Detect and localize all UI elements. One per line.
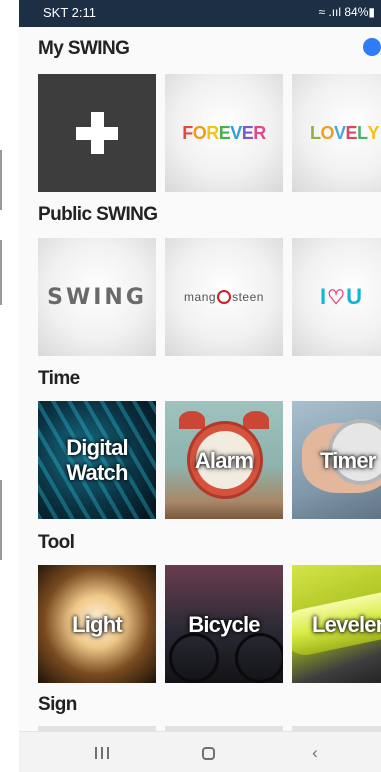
bicycle-label: Bicycle [188, 611, 260, 637]
navigation-bar: ‹ [19, 731, 381, 772]
carrier-time: SKT 2:11 [43, 5, 96, 20]
digital-watch-line2: Watch [66, 460, 128, 485]
back-icon: ‹ [312, 743, 318, 762]
word-letter: V [230, 122, 242, 143]
home-button[interactable] [188, 740, 228, 766]
home-icon [201, 747, 215, 761]
add-swing-button[interactable] [38, 74, 156, 192]
time-row: Digital Watch Alarm Timer [19, 401, 381, 519]
section-title-time: Time [38, 368, 80, 389]
mango-right-text: steen [232, 289, 264, 304]
alarm-label: Alarm [194, 447, 254, 473]
digital-watch-line1: Digital [66, 435, 128, 460]
tool-tile-leveler[interactable]: Leveler [292, 565, 381, 683]
word-letter: R [206, 122, 219, 143]
time-tile-timer[interactable]: Timer [292, 401, 381, 519]
bicycle-wheel [169, 633, 219, 683]
word-letter: O [192, 122, 207, 143]
swing-tile-lovely[interactable]: LOVELY [292, 74, 381, 192]
section-title-tool: Tool [38, 532, 75, 553]
edge-mark [0, 480, 2, 560]
mango-left-text: mang [184, 289, 217, 304]
mango-ring-icon [217, 290, 232, 305]
swing-tile-swing[interactable]: SWING [38, 238, 156, 356]
word-letter: V [334, 122, 346, 143]
bicycle-wheel [235, 633, 283, 683]
word-letter: L [310, 122, 321, 143]
word-letter: O [320, 122, 335, 143]
section-title-my-swing: My SWING [38, 38, 130, 59]
word-letter: E [218, 122, 231, 143]
status-indicators: ≈ .ııl 84%▮ [318, 5, 375, 19]
recent-apps-button[interactable] [82, 740, 122, 766]
i-love-u-label: I♡U [320, 284, 363, 310]
toggle-dot[interactable] [363, 38, 381, 56]
timer-label: Timer [320, 447, 376, 473]
alarm-bell-icon [243, 411, 269, 429]
recent-apps-icon [93, 741, 111, 767]
time-tile-alarm[interactable]: Alarm [165, 401, 283, 519]
left-edge-frame [0, 0, 19, 772]
section-title-sign: Sign [38, 694, 77, 715]
tool-tile-bicycle[interactable]: Bicycle [165, 565, 283, 683]
forever-label: FOREVER [182, 123, 266, 144]
time-tile-digital-watch[interactable]: Digital Watch [38, 401, 156, 519]
edge-mark [0, 150, 2, 210]
digital-watch-label: Digital Watch [66, 435, 128, 485]
tool-tile-light[interactable]: Light [38, 565, 156, 683]
word-letter: L [357, 122, 368, 143]
public-swing-row: SWING mang steen I♡U [19, 238, 381, 356]
ilove-u: U [346, 284, 363, 309]
word-letter: R [253, 122, 266, 143]
light-label: Light [72, 611, 123, 637]
lovely-label: LOVELY [310, 122, 380, 144]
phone-screen: SKT 2:11 ≈ .ııl 84%▮ My SWING FOREVER LO… [19, 0, 381, 772]
swing-logo-text: SWING [47, 284, 147, 310]
swing-tile-i-love-u[interactable]: I♡U [292, 238, 381, 356]
leveler-label: Leveler [312, 611, 381, 637]
tool-row: Light Bicycle Leveler [19, 565, 381, 683]
swing-tile-forever[interactable]: FOREVER [165, 74, 283, 192]
edge-mark [0, 240, 2, 305]
word-letter: F [182, 122, 193, 143]
section-title-public-swing: Public SWING [38, 204, 158, 225]
word-letter: E [345, 122, 358, 143]
alarm-bell-icon [179, 411, 205, 429]
word-letter: E [241, 122, 254, 143]
status-bar: SKT 2:11 ≈ .ııl 84%▮ [19, 0, 381, 27]
word-letter: Y [367, 122, 380, 143]
heart-icon: ♡ [327, 287, 347, 309]
back-button[interactable]: ‹ [295, 740, 335, 766]
my-swing-row: FOREVER LOVELY [19, 74, 381, 192]
mangosteen-logo: mang steen [184, 290, 264, 305]
swing-tile-mangosteen[interactable]: mang steen [165, 238, 283, 356]
